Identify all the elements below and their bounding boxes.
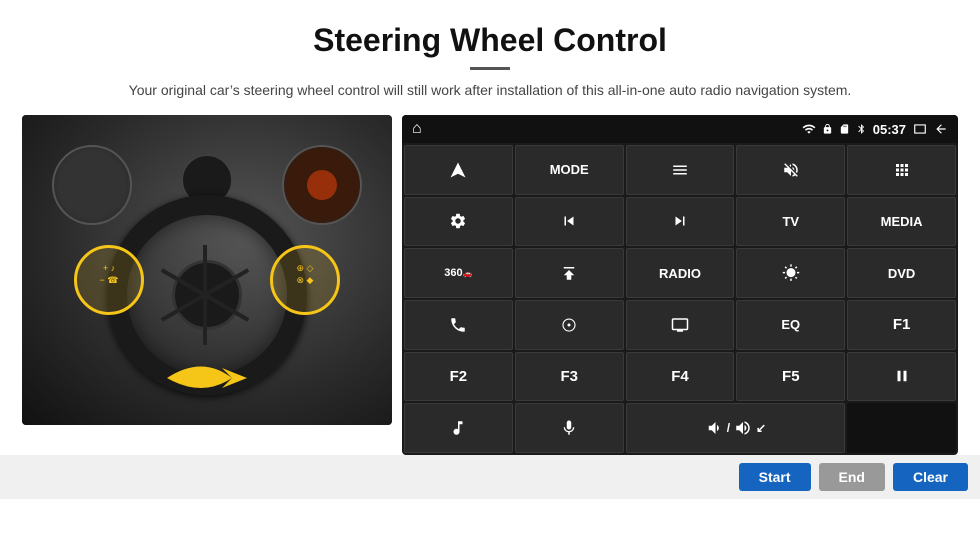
window-icon (912, 122, 928, 136)
btn-mode[interactable]: MODE (515, 145, 624, 195)
btn-navigate[interactable] (404, 145, 513, 195)
btn-tv[interactable]: TV (736, 197, 845, 247)
btn-phone[interactable] (404, 300, 513, 350)
btn-brightness[interactable] (736, 248, 845, 298)
sd-card-icon (839, 122, 850, 136)
arrow-icon (162, 350, 252, 405)
btn-media[interactable]: MEDIA (847, 197, 956, 247)
btn-eq[interactable]: EQ (736, 300, 845, 350)
back-icon (934, 122, 948, 136)
btn-f3[interactable]: F3 (515, 352, 624, 402)
btn-playpause[interactable] (847, 352, 956, 402)
bluetooth-icon (856, 122, 867, 136)
status-bar: ⌂ 05:37 (402, 115, 958, 143)
btn-next[interactable] (626, 197, 735, 247)
btn-dvd[interactable]: DVD (847, 248, 956, 298)
wifi-icon (802, 122, 816, 136)
btn-settings[interactable] (404, 197, 513, 247)
lock-icon (822, 122, 833, 136)
btn-f1[interactable]: F1 (847, 300, 956, 350)
btn-radio[interactable]: RADIO (626, 248, 735, 298)
btn-apps[interactable] (847, 145, 956, 195)
status-time: 05:37 (873, 122, 906, 137)
gauge-right (282, 145, 362, 225)
btn-prev[interactable] (515, 197, 624, 247)
car-image: + ♪− ☎ ⊕ ◇⊗ ◆ (22, 115, 392, 425)
subtitle: Your original car’s steering wheel contr… (0, 80, 980, 101)
content-row: + ♪− ☎ ⊕ ◇⊗ ◆ ⌂ (0, 115, 980, 455)
btn-screen[interactable] (626, 300, 735, 350)
btn-list[interactable] (626, 145, 735, 195)
highlight-left: + ♪− ☎ (74, 245, 144, 315)
page-title: Steering Wheel Control (0, 0, 980, 59)
highlight-right: ⊕ ◇⊗ ◆ (270, 245, 340, 315)
radio-panel: ⌂ 05:37 MODE (402, 115, 958, 455)
btn-music[interactable] (404, 403, 513, 453)
button-grid: MODE TV MEDIA 360🚗 (402, 143, 958, 455)
end-button[interactable]: End (819, 463, 885, 491)
btn-360[interactable]: 360🚗 (404, 248, 513, 298)
btn-f2[interactable]: F2 (404, 352, 513, 402)
action-bar: Start End Clear (0, 455, 980, 499)
gauge-left (52, 145, 132, 225)
btn-mic[interactable] (515, 403, 624, 453)
btn-f4[interactable]: F4 (626, 352, 735, 402)
btn-nav2[interactable] (515, 300, 624, 350)
btn-f5[interactable]: F5 (736, 352, 845, 402)
start-button[interactable]: Start (739, 463, 811, 491)
title-divider (470, 67, 510, 70)
btn-eject[interactable] (515, 248, 624, 298)
clear-button[interactable]: Clear (893, 463, 968, 491)
btn-mute[interactable] (736, 145, 845, 195)
home-icon[interactable]: ⌂ (412, 120, 422, 138)
btn-vol-down-up[interactable]: / ↙ (626, 403, 846, 453)
btn-empty (847, 403, 956, 453)
